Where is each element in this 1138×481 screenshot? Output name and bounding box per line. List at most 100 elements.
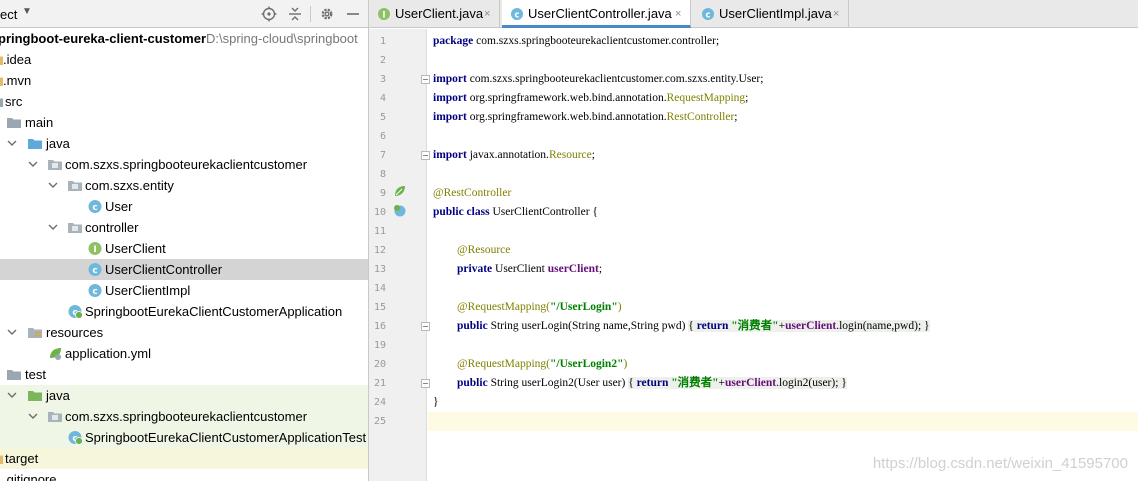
spring-bean-class-icon[interactable]	[393, 204, 407, 218]
line-number: 24	[373, 397, 386, 408]
chevron-down-icon[interactable]	[6, 322, 18, 343]
keyword: import	[433, 73, 467, 85]
tree-item-application-test-class[interactable]: c SpringbootEurekaClientCustomerApplicat…	[0, 427, 368, 448]
tree-item-label: target	[5, 451, 39, 466]
tree-item-src[interactable]: src	[0, 91, 368, 112]
line-number: 11	[373, 226, 386, 237]
code-editor: I UserClient.java × c UserClientControll…	[369, 0, 1138, 481]
view-dropdown-caret-icon[interactable]: ▼	[22, 6, 32, 17]
close-icon[interactable]: ×	[675, 0, 681, 28]
tree-item-mvn[interactable]: .mvn	[0, 70, 368, 91]
tree-item-java[interactable]: java	[0, 133, 368, 154]
close-icon[interactable]: ×	[833, 0, 839, 28]
package-icon	[68, 181, 82, 191]
locate-file-icon[interactable]	[260, 5, 278, 23]
tree-item-userclient-interface[interactable]: I UserClient	[0, 238, 368, 259]
tab-userclient-java[interactable]: I UserClient.java ×	[369, 0, 500, 28]
folded-method-body[interactable]: { return "消费者"+userClient.login2(user); …	[628, 377, 847, 389]
tree-item-package-root[interactable]: com.szxs.springbooteurekaclientcustomer	[0, 154, 368, 175]
code-line: import javax.annotation.Resource;	[428, 146, 1138, 165]
excluded-folder-icon	[0, 455, 3, 464]
annotation: @RestController	[433, 187, 512, 199]
annotation: @RequestMapping(	[457, 358, 550, 370]
tree-item-label: UserClientController	[105, 262, 223, 277]
line-number: 7	[379, 150, 386, 161]
code-text: UserClientController {	[489, 206, 598, 218]
tree-item-idea[interactable]: .idea	[0, 49, 368, 70]
line-number: 14	[373, 283, 386, 294]
tree-item-test[interactable]: test	[0, 364, 368, 385]
gear-icon[interactable]	[318, 5, 336, 23]
tree-item-entity-package[interactable]: com.szxs.entity	[0, 175, 368, 196]
tree-item-label: main	[25, 115, 54, 130]
chevron-down-icon[interactable]	[6, 133, 18, 154]
tree-item-label: UserClientImpl	[105, 283, 191, 298]
project-toolbar: ect ▼	[0, 0, 368, 28]
tab-userclientcontroller-java[interactable]: c UserClientController.java ×	[502, 0, 691, 28]
tree-item-gitignore[interactable]: .gitignore	[0, 469, 368, 481]
tree-item-target[interactable]: target	[0, 448, 368, 469]
tree-item-module-root[interactable]: pringboot-eureka-client-customer D:\spri…	[0, 28, 368, 49]
line-number: 19	[373, 340, 386, 351]
tree-item-application-yml[interactable]: application.yml	[0, 343, 368, 364]
tree-item-label: java	[46, 388, 70, 403]
tab-label: UserClientController.java	[528, 6, 672, 21]
code-text: .login2(user); }	[776, 377, 847, 389]
tree-item-test-java[interactable]: java	[0, 385, 368, 406]
tree-item-main[interactable]: main	[0, 112, 368, 133]
tab-userclientimpl-java[interactable]: c UserClientImpl.java ×	[693, 0, 849, 28]
tree-item-label: SpringbootEurekaClientCustomerApplicatio…	[85, 304, 343, 319]
code-text: com.szxs.springbooteurekaclientcustomer.…	[466, 73, 764, 85]
class-ref: RestController	[666, 111, 735, 123]
chevron-down-icon[interactable]	[6, 385, 18, 406]
package-icon	[48, 412, 62, 422]
keyword: return	[636, 377, 669, 389]
code-area[interactable]: package com.szxs.springbooteurekaclientc…	[428, 29, 1138, 481]
chevron-down-icon[interactable]	[47, 175, 59, 196]
tree-item-userclientimpl-class[interactable]: c UserClientImpl	[0, 280, 368, 301]
package-icon	[48, 160, 62, 170]
chevron-down-icon[interactable]	[27, 406, 39, 427]
tree-item-label: User	[105, 199, 133, 214]
line-number: 12	[373, 245, 386, 256]
folder-icon	[7, 370, 21, 380]
tree-item-userclientcontroller-class[interactable]: c UserClientController	[0, 259, 368, 280]
tree-item-test-package[interactable]: com.szxs.springbooteurekaclientcustomer	[0, 406, 368, 427]
keyword: package	[433, 35, 474, 47]
project-view-title[interactable]: ect	[0, 7, 17, 22]
svg-text:c: c	[514, 11, 519, 21]
chevron-down-icon[interactable]	[27, 154, 39, 175]
tree-item-application-class[interactable]: c SpringbootEurekaClientCustomerApplicat…	[0, 301, 368, 322]
editor-tab-bar: I UserClient.java × c UserClientControll…	[369, 0, 1138, 28]
line-number: 25	[373, 416, 386, 427]
annotation: )	[623, 358, 628, 370]
line-number: 10	[373, 207, 386, 218]
code-text: org.springframework.web.bind.annotation.	[466, 92, 667, 104]
tree-item-label: com.szxs.springbooteurekaclientcustomer	[65, 157, 308, 172]
folded-method-body[interactable]: { return "消费者"+userClient.login(name,pwd…	[688, 320, 930, 332]
code-line: import org.springframework.web.bind.anno…	[428, 89, 1138, 108]
line-number: 3	[379, 74, 386, 85]
line-number: 4	[379, 93, 386, 104]
module-path: D:\spring-cloud\springboot	[206, 31, 358, 46]
svg-text:c: c	[92, 203, 97, 213]
tree-item-label: pringboot-eureka-client-customer	[0, 31, 207, 46]
spring-bean-icon[interactable]	[393, 184, 407, 198]
tree-item-label: .mvn	[3, 73, 32, 88]
keyword: import	[433, 111, 467, 123]
class-ref: RequestMapping	[666, 92, 746, 104]
code-line: @RestController	[428, 184, 1138, 203]
tree-item-resources[interactable]: resources	[0, 322, 368, 343]
chevron-down-icon[interactable]	[47, 217, 59, 238]
tree-item-controller-package[interactable]: controller	[0, 217, 368, 238]
close-icon[interactable]: ×	[484, 0, 490, 28]
tree-item-label: resources	[46, 325, 104, 340]
folder-icon	[7, 118, 21, 128]
tree-item-label: .gitignore	[3, 472, 57, 481]
keyword: import	[433, 149, 467, 161]
code-text: String userLogin(String name,String pwd)	[487, 320, 689, 332]
collapse-all-icon[interactable]	[286, 5, 304, 23]
hide-panel-icon[interactable]	[344, 5, 362, 23]
editor-gutter[interactable]: 1 2 3 4 5 6 7 8 9 10 11 12 13 14 15 16 1…	[369, 29, 430, 481]
tree-item-user-class[interactable]: c User	[0, 196, 368, 217]
